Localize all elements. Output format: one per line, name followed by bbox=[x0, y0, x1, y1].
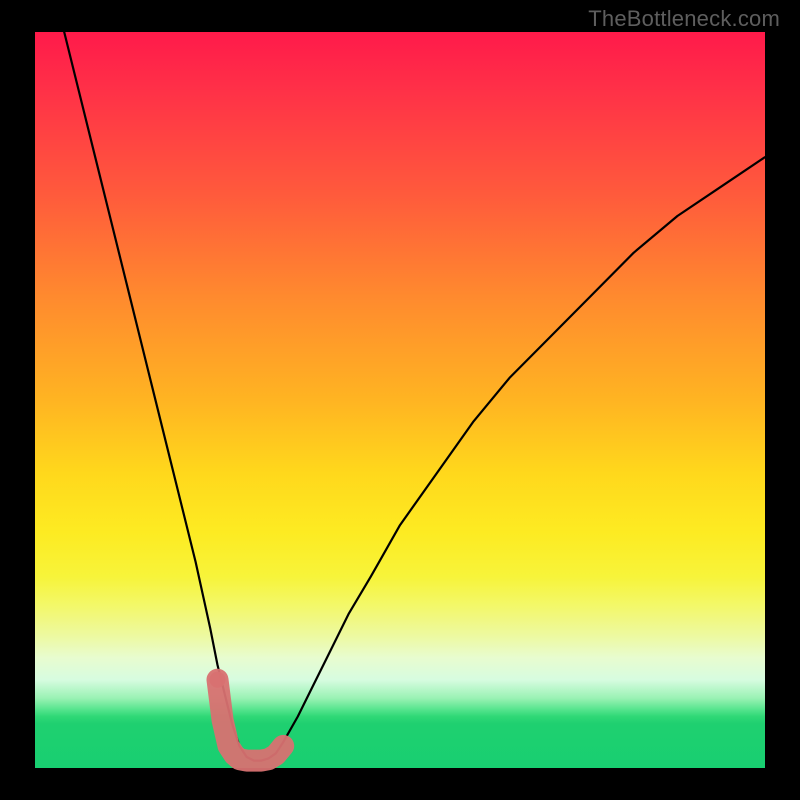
plot-svg bbox=[35, 32, 765, 768]
chart-frame: TheBottleneck.com bbox=[0, 0, 800, 800]
watermark-text: TheBottleneck.com bbox=[588, 6, 780, 32]
bottleneck-curve bbox=[64, 32, 765, 761]
highlight-band bbox=[218, 680, 284, 761]
plot-area bbox=[35, 32, 765, 768]
highlight-dot bbox=[210, 672, 226, 688]
